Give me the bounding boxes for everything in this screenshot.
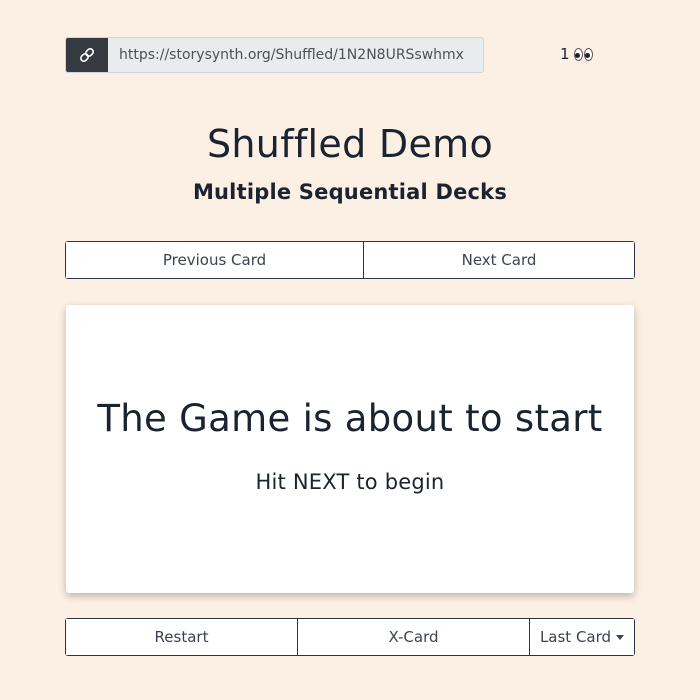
- last-card-dropdown[interactable]: Last Card: [529, 619, 634, 655]
- previous-card-button[interactable]: Previous Card: [66, 242, 363, 278]
- last-card-label: Last Card: [539, 628, 612, 646]
- page-subtitle: Multiple Sequential Decks: [192, 180, 508, 204]
- page: https://storysynth.org/Shuffled/1N2N8URS…: [0, 0, 700, 700]
- card-heading: The Game is about to start: [97, 397, 603, 440]
- viewer-count-number: 1: [560, 45, 570, 63]
- link-icon-graphic: [80, 48, 94, 62]
- restart-button[interactable]: Restart: [66, 619, 297, 655]
- card-text: Hit NEXT to begin: [255, 470, 445, 494]
- eye-left: [573, 47, 583, 61]
- card-navigation: Previous Card Next Card: [65, 241, 635, 279]
- game-card: The Game is about to start Hit NEXT to b…: [66, 305, 634, 593]
- page-title: Shuffled Demo: [207, 122, 493, 166]
- link-icon[interactable]: [66, 38, 108, 72]
- eyes-icon: [573, 47, 593, 61]
- eye-right: [583, 47, 593, 61]
- share-url-bar[interactable]: https://storysynth.org/Shuffled/1N2N8URS…: [65, 37, 484, 73]
- next-card-button[interactable]: Next Card: [363, 242, 634, 278]
- x-card-button[interactable]: X-Card: [297, 619, 529, 655]
- share-url-text[interactable]: https://storysynth.org/Shuffled/1N2N8URS…: [108, 38, 483, 72]
- viewer-count: 1: [560, 45, 593, 63]
- game-controls: Restart X-Card Last Card: [65, 618, 635, 656]
- caret-down-icon: [616, 635, 625, 640]
